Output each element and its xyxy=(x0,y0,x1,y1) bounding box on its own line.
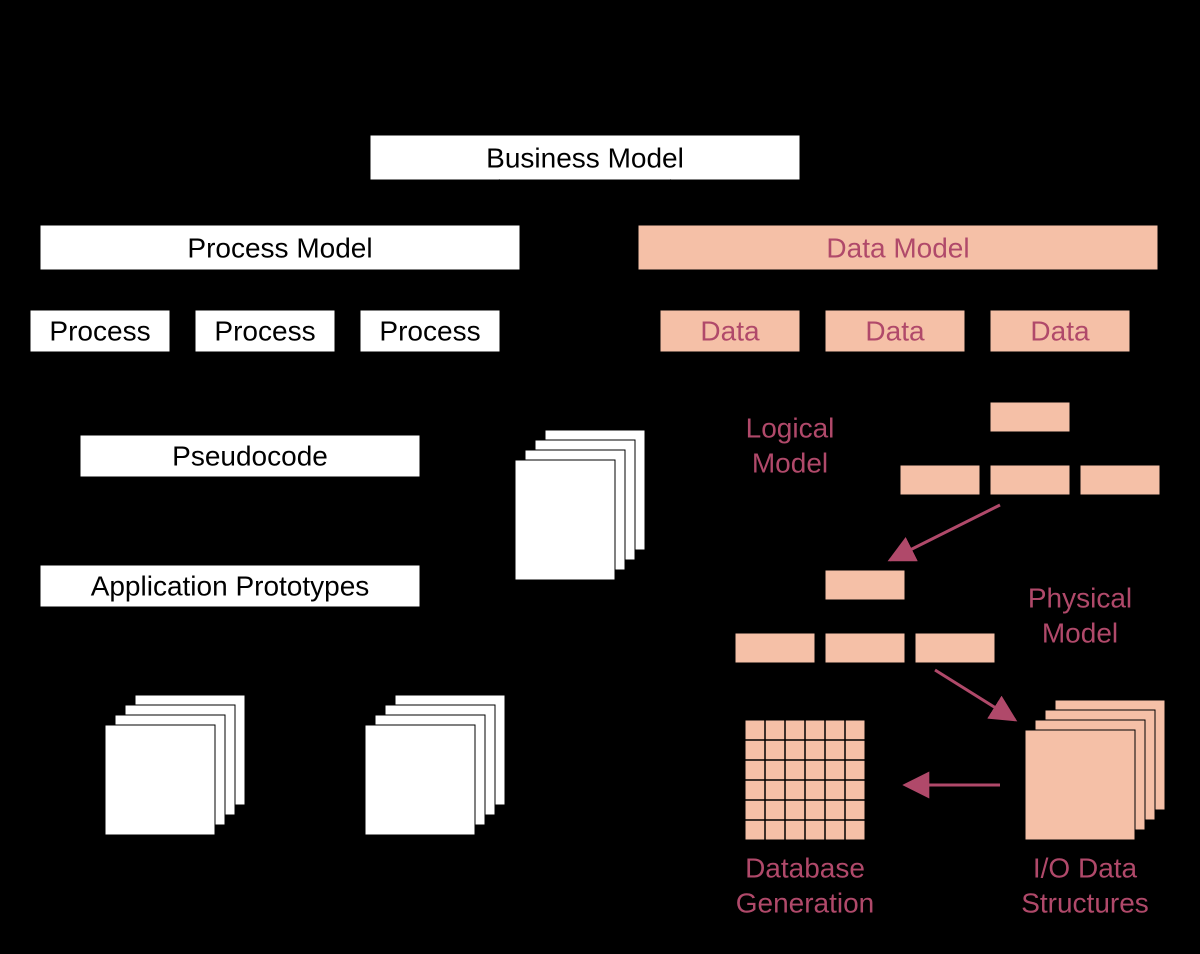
process-label-3: Process xyxy=(379,315,480,346)
data-label-1: Data xyxy=(700,315,760,346)
edge-bm-to-data xyxy=(670,180,870,225)
physical-model-label-l1: Physical xyxy=(1028,582,1132,613)
process-label-1: Process xyxy=(49,315,150,346)
user-view-label-l2: View Panels xyxy=(93,882,247,913)
data-model-label: Data Model xyxy=(826,232,969,263)
diagram-canvas: Business Model Integration Business Mode… xyxy=(0,0,1200,954)
process-model-label: Process Model xyxy=(187,232,372,263)
arrow-physical-to-io xyxy=(935,670,1015,720)
physical-model-tree-icon xyxy=(735,570,995,663)
diagram-title: Business Model Integration xyxy=(365,37,835,78)
db-gen-label-l2: Generation xyxy=(736,887,875,918)
logical-model-label-l1: Logical xyxy=(746,412,835,443)
data-label-2: Data xyxy=(865,315,925,346)
user-view-panels-icon xyxy=(105,695,245,835)
arrow-p1-pseudo xyxy=(100,355,170,425)
io-label-l2: Structures xyxy=(1021,887,1149,918)
business-model-label: Business Model xyxy=(486,142,684,173)
app-programs-label-l2: Programs xyxy=(369,882,490,913)
logical-model-label-l2: Model xyxy=(752,447,828,478)
arrow-proto-to-views xyxy=(170,610,200,693)
arrow-p3-pseudo xyxy=(335,355,420,425)
line-to-requirements xyxy=(598,270,640,403)
data-label-3: Data xyxy=(1030,315,1090,346)
arrow-pseudo-to-proto xyxy=(235,480,250,555)
arrow-p2-pseudo xyxy=(250,355,265,425)
requirements-label-l1: Requirements xyxy=(483,587,657,618)
physical-model-label-l2: Model xyxy=(1042,617,1118,648)
db-gen-label-l1: Database xyxy=(745,852,865,883)
user-view-label-l1: User xyxy=(140,847,199,878)
logical-model-tree-icon xyxy=(900,402,1160,495)
requirements-label-l2: Document xyxy=(506,622,634,653)
arrow-logical-to-physical xyxy=(890,505,1000,560)
database-generation-icon xyxy=(745,720,865,840)
process-label-2: Process xyxy=(214,315,315,346)
io-data-structures-icon xyxy=(1025,700,1165,840)
application-programs-icon xyxy=(365,695,505,835)
app-programs-label-l1: Application xyxy=(362,847,499,878)
pseudocode-label: Pseudocode xyxy=(172,440,328,471)
io-label-l1: I/O Data xyxy=(1033,852,1138,883)
edge-bm-to-process xyxy=(260,180,500,225)
arrow-to-requirements xyxy=(545,270,585,428)
requirements-document-icon xyxy=(515,430,645,580)
application-prototypes-label: Application Prototypes xyxy=(91,570,370,601)
